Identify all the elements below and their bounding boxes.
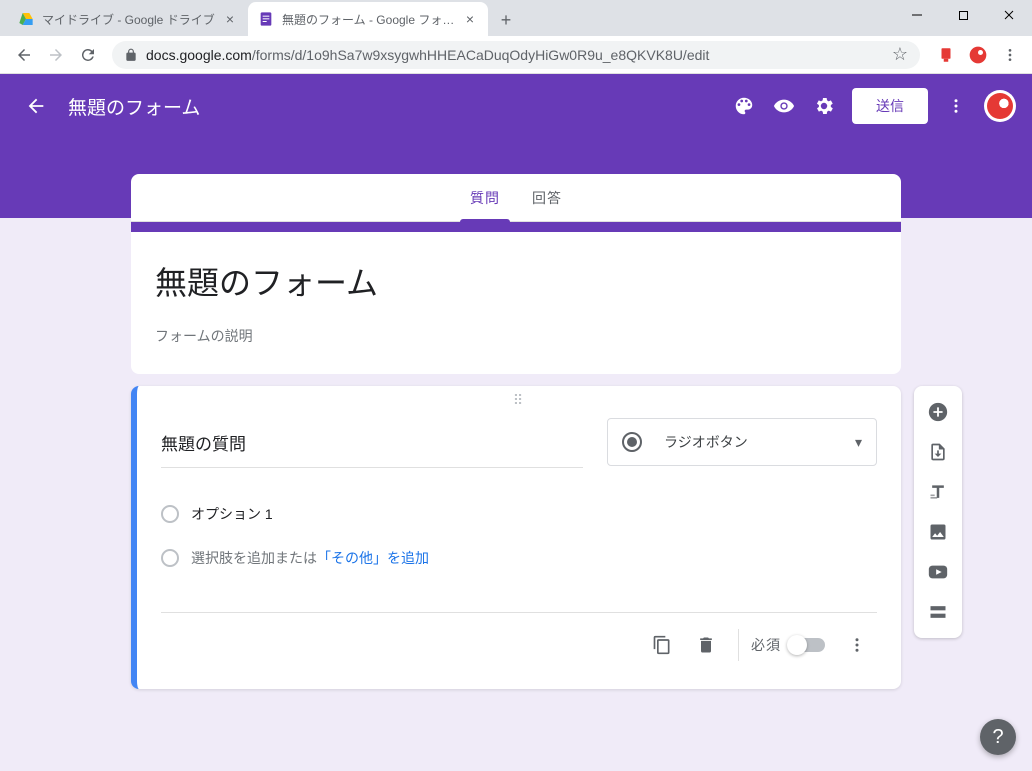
- window-controls: [894, 0, 1032, 30]
- required-toggle[interactable]: [789, 638, 825, 652]
- add-option-text[interactable]: 選択肢を追加: [191, 548, 275, 568]
- import-questions-button[interactable]: [914, 432, 962, 472]
- add-video-button[interactable]: [914, 552, 962, 592]
- add-image-button[interactable]: [914, 512, 962, 552]
- tab-questions[interactable]: 質問: [454, 174, 516, 222]
- send-button[interactable]: 送信: [852, 88, 928, 124]
- form-header-title[interactable]: 無題のフォーム: [68, 93, 724, 120]
- required-label: 必須: [751, 635, 781, 655]
- address-bar[interactable]: docs.google.com/forms/d/1o9hSa7w9xsygwhH…: [112, 41, 920, 69]
- question-type-label: ラジオボタン: [664, 432, 748, 452]
- browser-toolbar: docs.google.com/forms/d/1o9hSa7w9xsygwhH…: [0, 36, 1032, 74]
- question-type-dropdown[interactable]: ラジオボタン ▾: [607, 418, 877, 466]
- radio-type-icon: [622, 432, 652, 452]
- duplicate-icon[interactable]: [642, 625, 682, 665]
- window-close-button[interactable]: [986, 0, 1032, 30]
- delete-trash-icon[interactable]: [686, 625, 726, 665]
- lock-icon: [124, 48, 138, 62]
- question-card: ⠿ 無題の質問 ラジオボタン ▾ オプション 1: [131, 386, 901, 689]
- radio-circle-icon: [161, 549, 179, 567]
- tab-responses[interactable]: 回答: [516, 174, 578, 222]
- url-path: /forms/d/1o9hSa7w9xsygwhHHEACaDuqOdyHiGw…: [252, 47, 710, 63]
- bookmark-star-icon[interactable]: ☆: [892, 44, 908, 65]
- window-maximize-button[interactable]: [940, 0, 986, 30]
- radio-circle-icon: [161, 505, 179, 523]
- forms-header: 無題のフォーム 送信: [0, 74, 1032, 138]
- tab-title: 無題のフォーム - Google フォーム: [282, 11, 462, 28]
- forms-favicon-icon: [258, 11, 274, 27]
- tab-close-icon[interactable]: ×: [462, 11, 478, 27]
- content-area: 質問 回答 無題のフォーム フォームの説明 ⠿ 無題の質問 ラジオボタン ▾: [0, 174, 1032, 689]
- nav-back-button[interactable]: [8, 39, 40, 71]
- form-tabs: 質問 回答: [131, 174, 901, 222]
- tab-close-icon[interactable]: ×: [222, 11, 238, 27]
- help-button[interactable]: ?: [980, 719, 1016, 755]
- new-tab-button[interactable]: +: [492, 6, 520, 34]
- nav-forward-button[interactable]: [40, 39, 72, 71]
- dropdown-caret-icon: ▾: [855, 434, 862, 451]
- question-more-icon[interactable]: [837, 625, 877, 665]
- add-title-button[interactable]: [914, 472, 962, 512]
- drive-favicon-icon: [18, 11, 34, 27]
- option-label[interactable]: オプション 1: [191, 504, 273, 524]
- header-back-button[interactable]: [16, 86, 56, 126]
- extension-sleipnir-icon[interactable]: [964, 41, 992, 69]
- add-question-button[interactable]: [914, 392, 962, 432]
- divider: [738, 629, 739, 661]
- nav-reload-button[interactable]: [72, 39, 104, 71]
- add-other-link[interactable]: 「その他」を追加: [317, 548, 429, 568]
- form-description-input[interactable]: フォームの説明: [155, 326, 877, 346]
- or-text: または: [275, 548, 317, 568]
- floating-toolbar: [914, 386, 962, 638]
- drag-handle-icon[interactable]: ⠿: [513, 392, 525, 409]
- question-footer: 必須: [161, 612, 877, 665]
- url-host: docs.google.com: [146, 47, 252, 63]
- browser-tab-drive[interactable]: マイドライブ - Google ドライブ ×: [8, 2, 248, 36]
- add-section-button[interactable]: [914, 592, 962, 632]
- window-minimize-button[interactable]: [894, 0, 940, 30]
- account-avatar[interactable]: [984, 90, 1016, 122]
- tab-title: マイドライブ - Google ドライブ: [42, 11, 222, 28]
- browser-tab-strip: マイドライブ - Google ドライブ × 無題のフォーム - Google …: [0, 0, 1032, 36]
- question-title-input[interactable]: 無題の質問: [161, 418, 583, 468]
- form-title-card: 無題のフォーム フォームの説明: [131, 222, 901, 374]
- options-list: オプション 1 選択肢を追加 または 「その他」を追加: [161, 492, 877, 580]
- extension-icon[interactable]: [932, 41, 960, 69]
- option-row[interactable]: オプション 1: [161, 492, 877, 536]
- browser-tab-forms[interactable]: 無題のフォーム - Google フォーム ×: [248, 2, 488, 36]
- preview-eye-icon[interactable]: [764, 86, 804, 126]
- theme-palette-icon[interactable]: [724, 86, 764, 126]
- form-title-input[interactable]: 無題のフォーム: [155, 254, 877, 308]
- settings-gear-icon[interactable]: [804, 86, 844, 126]
- more-menu-icon[interactable]: [936, 86, 976, 126]
- browser-menu-button[interactable]: [996, 41, 1024, 69]
- add-option-row: 選択肢を追加 または 「その他」を追加: [161, 536, 877, 580]
